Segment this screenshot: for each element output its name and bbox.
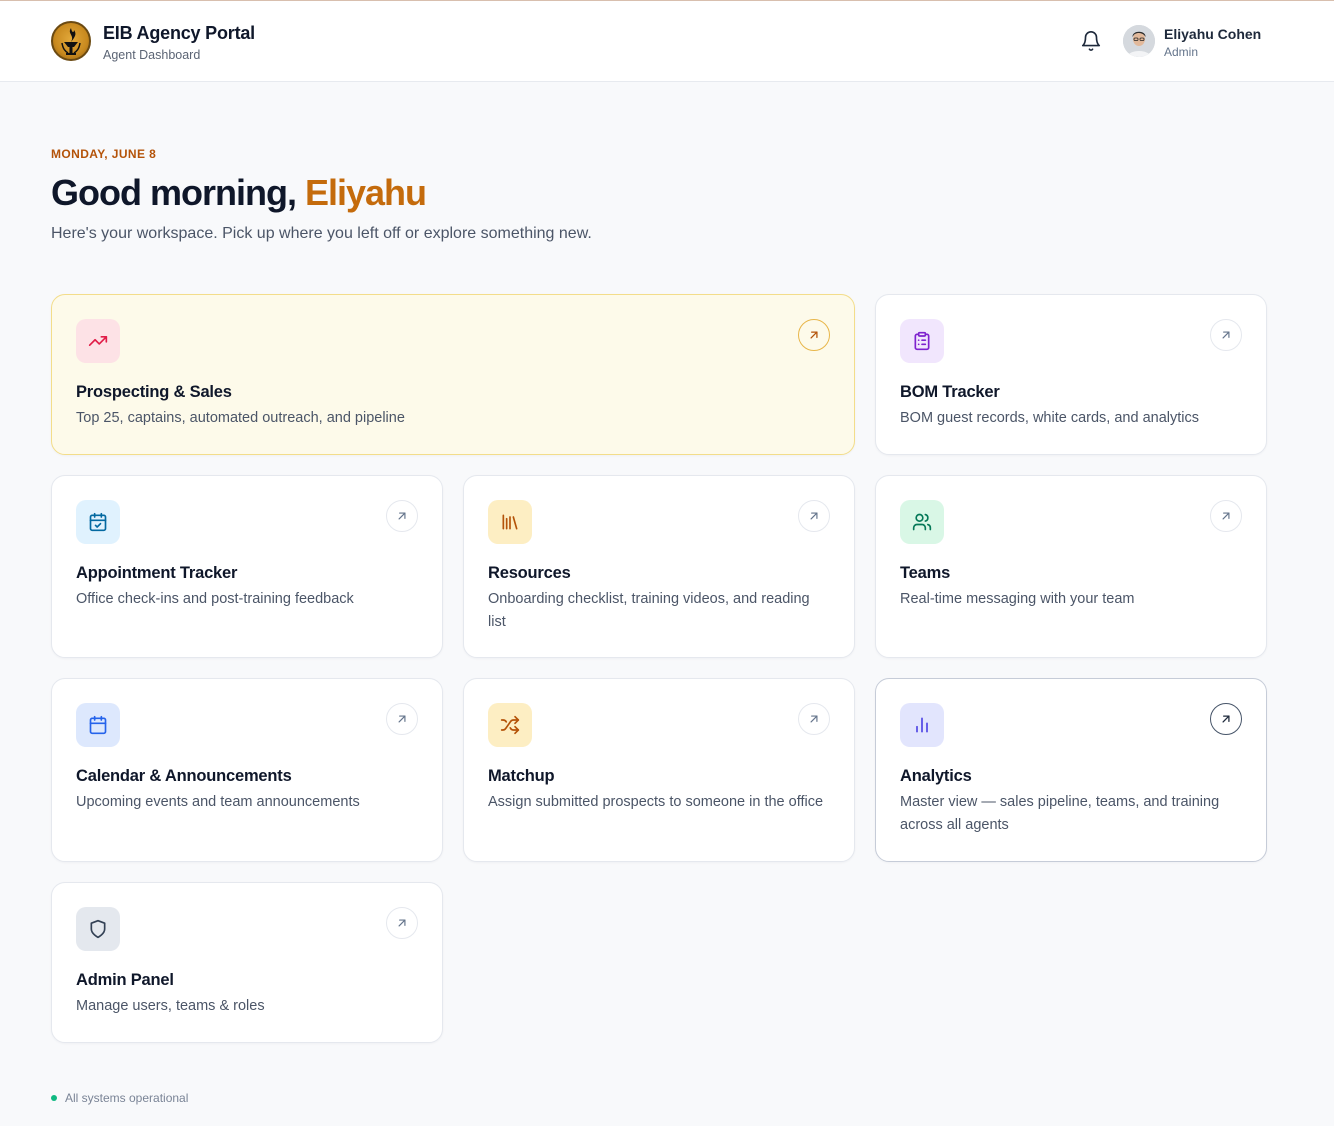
arrow-up-right-icon[interactable] bbox=[386, 907, 418, 939]
card-title: Analytics bbox=[900, 767, 972, 785]
card-analytics[interactable]: Analytics Master view — sales pipeline, … bbox=[875, 678, 1267, 862]
library-icon bbox=[488, 500, 532, 544]
arrow-up-right-icon[interactable] bbox=[798, 703, 830, 735]
status-dot-icon bbox=[51, 1094, 57, 1101]
torch-icon[interactable] bbox=[51, 21, 91, 61]
calendar-check-icon bbox=[76, 500, 120, 544]
arrow-up-right-icon[interactable] bbox=[386, 703, 418, 735]
brand-subtitle: Agent Dashboard bbox=[103, 48, 201, 62]
card-description: BOM guest records, white cards, and anal… bbox=[900, 410, 1199, 426]
card-description: Real-time messaging with your team bbox=[900, 591, 1135, 607]
trending-up-icon bbox=[76, 319, 120, 363]
clipboard-list-icon bbox=[900, 319, 944, 363]
bar-chart-icon bbox=[900, 703, 944, 747]
card-title: Resources bbox=[488, 564, 571, 582]
card-title: Appointment Tracker bbox=[76, 564, 238, 582]
avatar[interactable] bbox=[1123, 25, 1155, 57]
card-description: Upcoming events and team announcements bbox=[76, 794, 360, 810]
card-description: Top 25, captains, automated outreach, an… bbox=[76, 410, 405, 426]
card-description: Assign submitted prospects to someone in… bbox=[488, 794, 824, 810]
card-description: Master view — sales pipeline, teams, and… bbox=[900, 794, 1220, 833]
shuffle-icon bbox=[488, 703, 532, 747]
card-title: Calendar & Announcements bbox=[76, 767, 292, 785]
system-status: All systems operational bbox=[51, 1091, 188, 1105]
users-icon bbox=[900, 500, 944, 544]
card-description: Manage users, teams & roles bbox=[76, 998, 265, 1014]
greeting-name: Eliyahu bbox=[304, 172, 427, 213]
card-title: Matchup bbox=[488, 767, 555, 785]
card-matchup[interactable]: Matchup Assign submitted prospects to so… bbox=[463, 678, 855, 862]
bell-icon[interactable] bbox=[1080, 30, 1102, 52]
card-title: Teams bbox=[900, 564, 951, 582]
arrow-up-right-icon[interactable] bbox=[386, 500, 418, 532]
card-title: BOM Tracker bbox=[900, 383, 1000, 401]
user-role: Admin bbox=[1164, 45, 1199, 59]
shield-icon bbox=[76, 907, 120, 951]
user-name[interactable]: Eliyahu Cohen bbox=[1164, 26, 1261, 42]
card-appointment-tracker[interactable]: Appointment Tracker Office check-ins and… bbox=[51, 475, 443, 658]
calendar-icon bbox=[76, 703, 120, 747]
card-resources[interactable]: Resources Onboarding checklist, training… bbox=[463, 475, 855, 658]
current-date: MONDAY, JUNE 8 bbox=[51, 147, 157, 161]
top-header: EIB Agency Portal Agent Dashboard Eliyah… bbox=[0, 1, 1334, 82]
card-admin-panel[interactable]: Admin Panel Manage users, teams & roles bbox=[51, 882, 443, 1043]
card-prospecting-sales[interactable]: Prospecting & Sales Top 25, captains, au… bbox=[51, 294, 855, 455]
arrow-up-right-icon[interactable] bbox=[1210, 319, 1242, 351]
arrow-up-right-icon[interactable] bbox=[798, 319, 830, 351]
card-description: Office check-ins and post-training feedb… bbox=[76, 591, 354, 607]
greeting-prefix: Good morning, bbox=[51, 172, 297, 213]
greeting-subtitle: Here's your workspace. Pick up where you… bbox=[51, 225, 592, 242]
system-status-text: All systems operational bbox=[65, 1091, 189, 1105]
card-teams[interactable]: Teams Real-time messaging with your team bbox=[875, 475, 1267, 658]
card-title: Admin Panel bbox=[76, 971, 174, 989]
card-calendar-announcements[interactable]: Calendar & Announcements Upcoming events… bbox=[51, 678, 443, 862]
brand-title: EIB Agency Portal bbox=[103, 23, 255, 43]
card-bom-tracker[interactable]: BOM Tracker BOM guest records, white car… bbox=[875, 294, 1267, 455]
arrow-up-right-icon[interactable] bbox=[1210, 703, 1242, 735]
card-description: Onboarding checklist, training videos, a… bbox=[488, 591, 810, 630]
greeting-heading: Good morning, Eliyahu bbox=[51, 172, 427, 214]
arrow-up-right-icon[interactable] bbox=[1210, 500, 1242, 532]
arrow-up-right-icon[interactable] bbox=[798, 500, 830, 532]
card-title: Prospecting & Sales bbox=[76, 383, 232, 401]
